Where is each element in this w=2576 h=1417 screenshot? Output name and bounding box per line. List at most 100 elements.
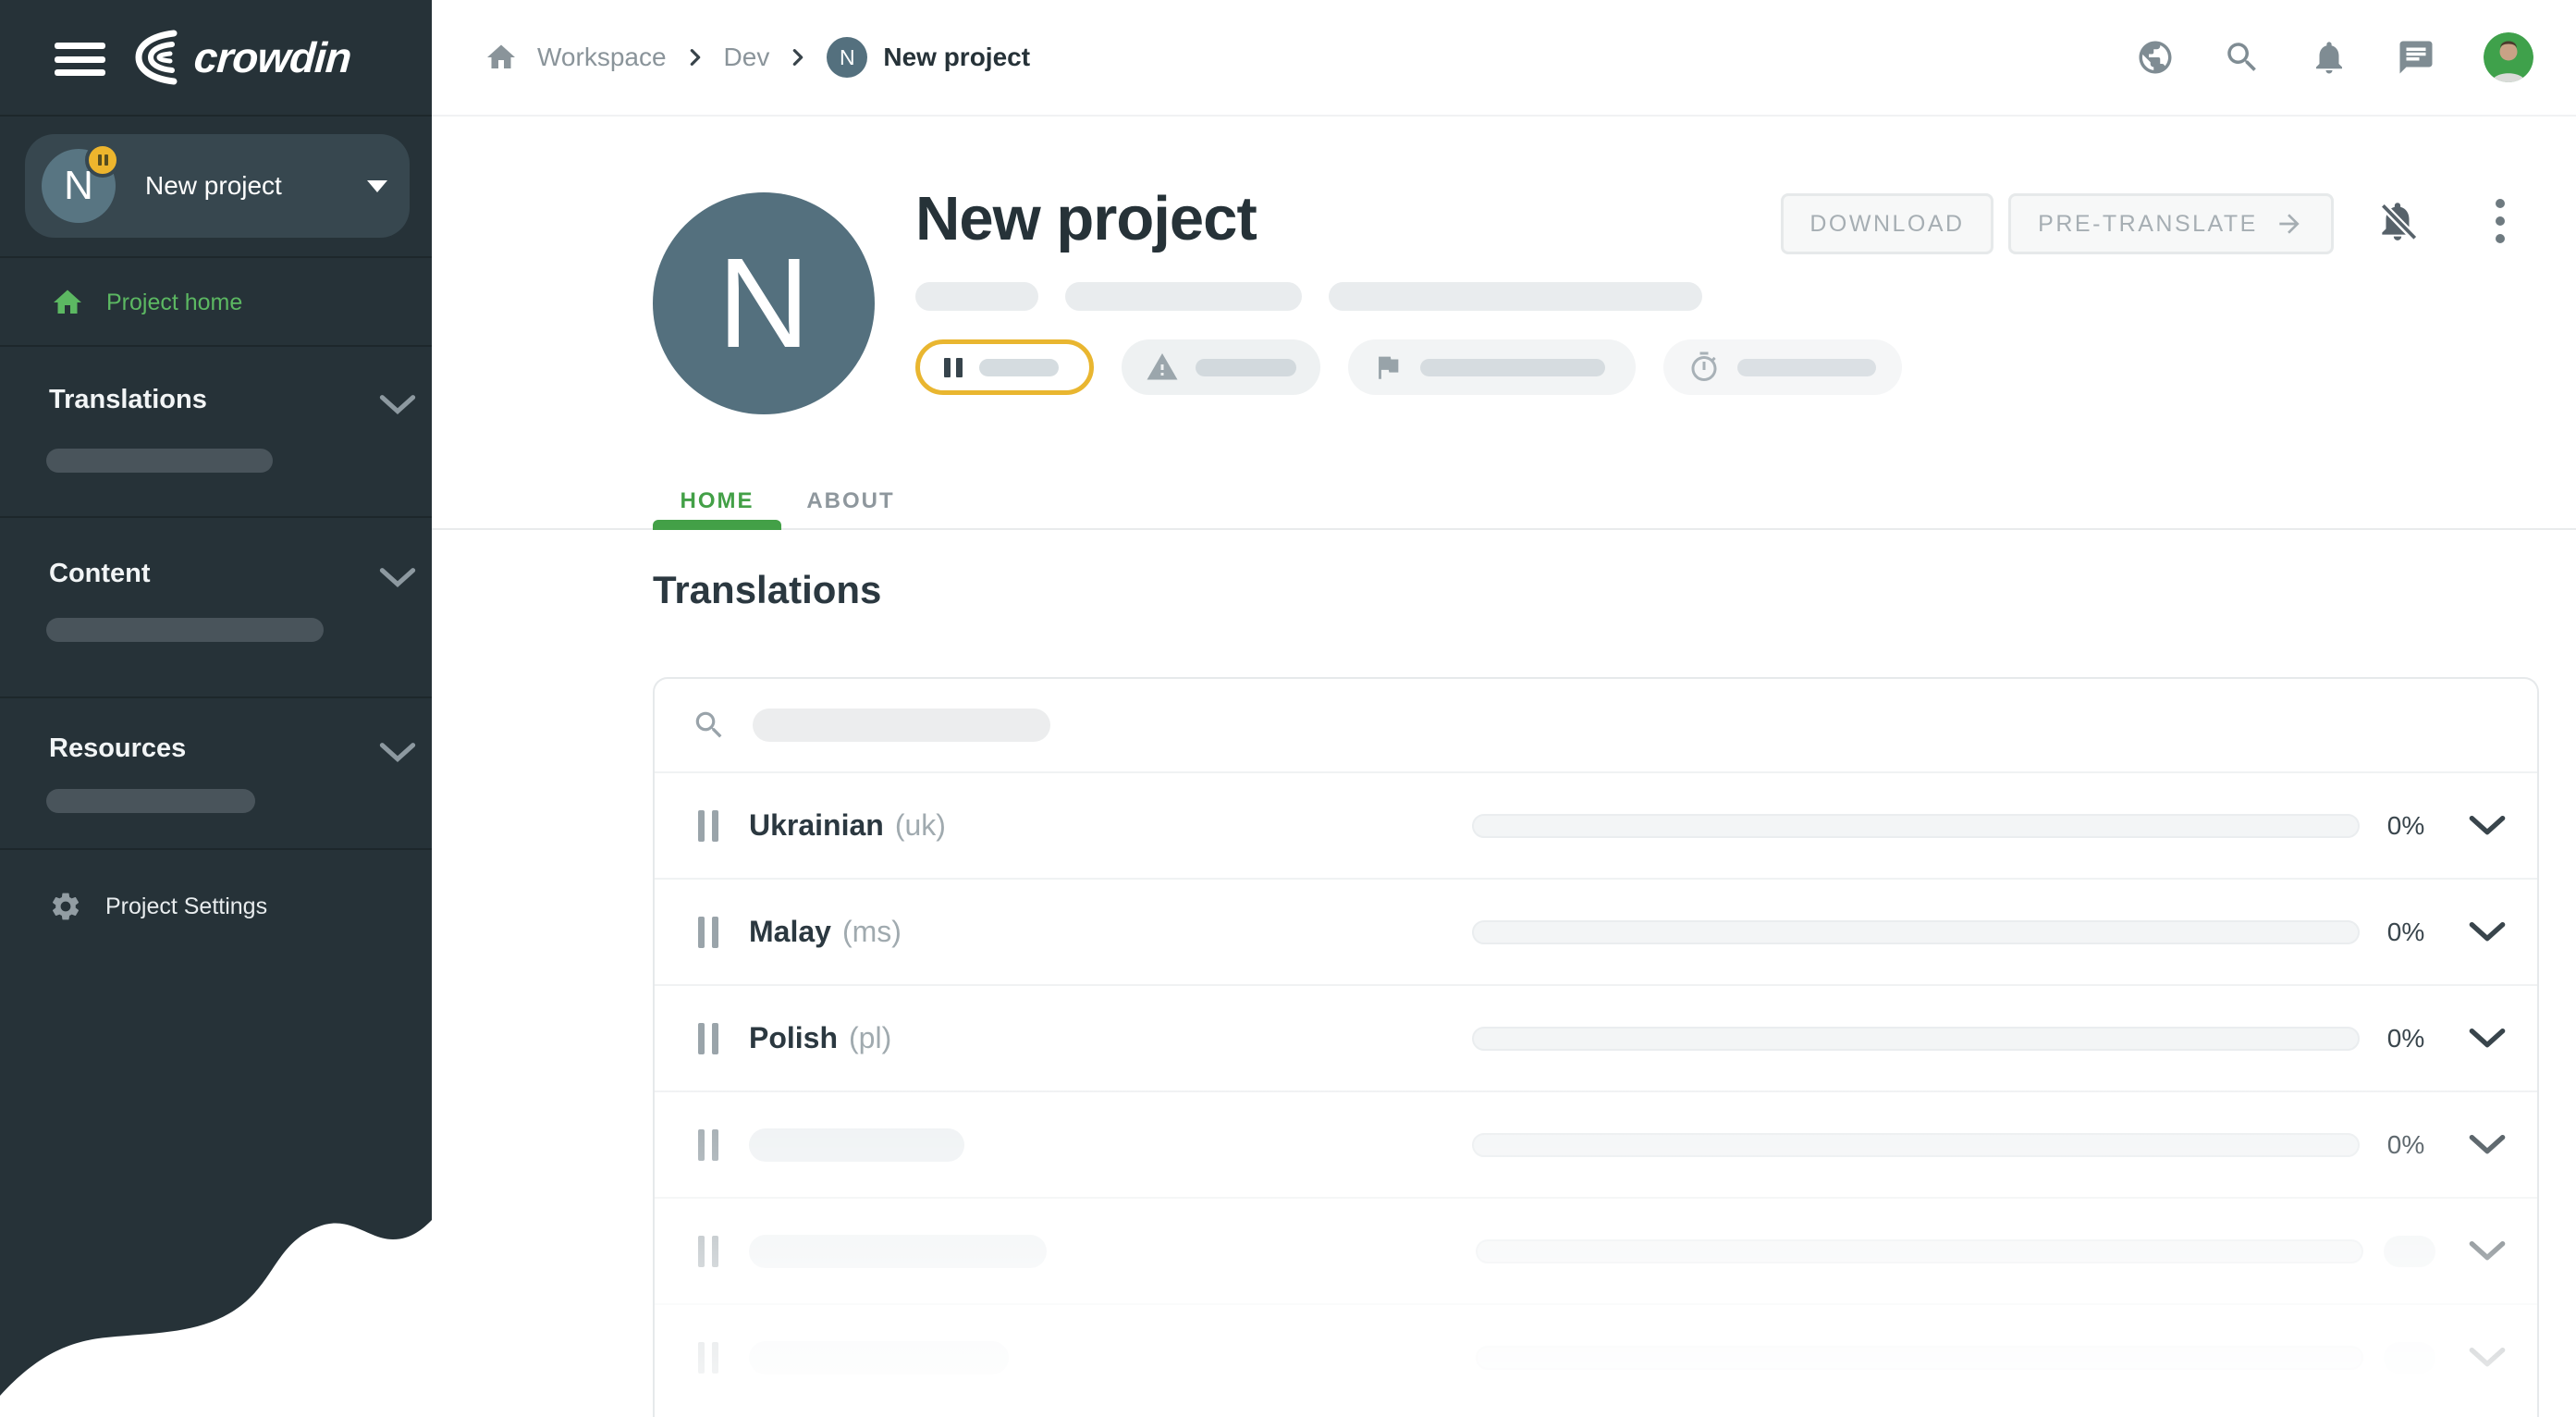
skeleton-placeholder: [46, 618, 324, 642]
language-list: Ukrainian (uk) 0% Malay (ms) 0% Polish (…: [655, 771, 2537, 1410]
active-tab-indicator: [653, 520, 781, 530]
breadcrumb-workspace[interactable]: Workspace: [537, 43, 667, 72]
drag-handle-icon[interactable]: [692, 1236, 725, 1267]
language-row[interactable]: [655, 1197, 2537, 1303]
drag-handle-icon[interactable]: [692, 810, 725, 842]
language-row[interactable]: [655, 1303, 2537, 1410]
user-avatar[interactable]: [2484, 32, 2533, 82]
skeleton-placeholder: [1420, 359, 1605, 376]
language-name: Malay: [749, 915, 831, 949]
translations-card: Ukrainian (uk) 0% Malay (ms) 0% Polish (…: [653, 677, 2539, 1417]
crowdin-logo-text: crowdin: [192, 32, 352, 82]
drag-handle-icon[interactable]: [692, 917, 725, 948]
divider: [0, 696, 432, 698]
drag-handle-icon[interactable]: [692, 1342, 725, 1374]
chevron-down-icon[interactable]: [2469, 1027, 2506, 1051]
search-icon[interactable]: [2223, 38, 2262, 77]
more-options-icon[interactable]: [2491, 198, 2509, 244]
sidebar: crowdin N New project Project home Trans…: [0, 0, 432, 1417]
paused-status-badge: [85, 142, 120, 178]
crowdin-project-page: crowdin N New project Project home Trans…: [0, 0, 2576, 1417]
status-chip-flag[interactable]: [1348, 339, 1636, 395]
skeleton-placeholder: [979, 359, 1059, 376]
language-row[interactable]: Malay (ms) 0%: [655, 878, 2537, 984]
tab-home[interactable]: HOME: [653, 483, 781, 520]
chevron-down-icon[interactable]: [2469, 814, 2506, 838]
language-code: (ms): [842, 915, 902, 949]
skeleton-placeholder: [46, 449, 273, 473]
chevron-down-icon[interactable]: [379, 742, 416, 764]
language-name-skeleton: [749, 1341, 1009, 1374]
breadcrumb: Workspace Dev N New project: [485, 0, 1030, 115]
language-name-skeleton: [749, 1128, 964, 1162]
sidebar-item-project-settings[interactable]: Project Settings: [0, 869, 432, 943]
chevron-down-icon[interactable]: [2469, 920, 2506, 944]
warning-icon: [1146, 351, 1179, 384]
chevron-right-icon: [788, 47, 808, 68]
arrow-right-icon: [2275, 209, 2304, 239]
project-avatar: N: [42, 149, 116, 223]
progress-percent: 0%: [2376, 1024, 2435, 1054]
section-title: Translations: [653, 568, 881, 612]
drag-handle-icon[interactable]: [692, 1023, 725, 1054]
status-chip-paused[interactable]: [915, 339, 1094, 395]
notifications-muted-icon[interactable]: [2374, 198, 2421, 244]
skeleton-placeholder: [46, 789, 255, 813]
chevron-down-icon[interactable]: [379, 394, 416, 416]
pre-translate-button[interactable]: PRE-TRANSLATE: [2008, 193, 2334, 254]
globe-icon[interactable]: [2136, 38, 2175, 77]
status-chip-warning[interactable]: [1122, 339, 1320, 395]
sidebar-section-content[interactable]: Content: [49, 559, 151, 589]
status-chip-timer[interactable]: [1663, 339, 1902, 395]
status-chips: [915, 339, 1902, 395]
crowdin-logo[interactable]: crowdin: [129, 28, 350, 87]
project-meta-skeleton: [915, 282, 1702, 311]
chevron-right-icon: [685, 47, 705, 68]
messages-icon[interactable]: [2397, 38, 2435, 77]
language-row[interactable]: 0%: [655, 1090, 2537, 1197]
language-row[interactable]: Ukrainian (uk) 0%: [655, 771, 2537, 878]
language-code: (pl): [849, 1021, 891, 1055]
timer-icon: [1687, 351, 1721, 384]
topbar-actions: [2136, 0, 2533, 115]
language-name-skeleton: [749, 1235, 1047, 1268]
menu-icon[interactable]: [55, 43, 105, 76]
workspace-home-icon[interactable]: [485, 41, 518, 74]
drag-handle-icon[interactable]: [692, 1129, 725, 1161]
sidebar-section-translations[interactable]: Translations: [49, 385, 207, 415]
caret-down-icon: [367, 180, 387, 192]
chevron-down-icon[interactable]: [2469, 1346, 2506, 1370]
translation-progress-bar: [1472, 1133, 2360, 1157]
percent-skeleton: [2384, 1342, 2435, 1374]
sidebar-wave-decoration: [0, 1195, 432, 1417]
chevron-down-icon[interactable]: [2469, 1239, 2506, 1263]
divider: [0, 115, 432, 117]
tab-about[interactable]: ABOUT: [781, 483, 920, 520]
progress-percent: 0%: [2376, 811, 2435, 841]
translation-progress-bar: [1472, 814, 2360, 838]
crowdin-logo-icon: [129, 28, 187, 87]
chevron-down-icon[interactable]: [379, 567, 416, 589]
sidebar-item-project-home[interactable]: Project home: [0, 258, 432, 347]
percent-skeleton: [2384, 1236, 2435, 1267]
translation-progress-bar: [1472, 1027, 2360, 1051]
sidebar-section-resources[interactable]: Resources: [49, 733, 186, 764]
translation-progress-bar: [1472, 920, 2360, 944]
notifications-icon[interactable]: [2310, 38, 2349, 77]
language-name: Ukrainian: [749, 808, 884, 843]
project-avatar-large: N: [653, 192, 875, 414]
translation-progress-bar: [1476, 1346, 2363, 1370]
language-row[interactable]: Polish (pl) 0%: [655, 984, 2537, 1090]
skeleton-placeholder: [1737, 359, 1876, 376]
chevron-down-icon[interactable]: [2469, 1133, 2506, 1157]
breadcrumb-dev[interactable]: Dev: [724, 43, 770, 72]
skeleton-placeholder: [1196, 359, 1296, 376]
project-switcher[interactable]: N New project: [25, 134, 410, 238]
breadcrumb-current: New project: [883, 43, 1030, 72]
sidebar-item-label: Project Settings: [105, 893, 267, 920]
progress-percent: 0%: [2376, 1130, 2435, 1160]
header-buttons: DOWNLOAD PRE-TRANSLATE: [1781, 193, 2334, 254]
flag-icon: [1372, 351, 1404, 383]
download-button[interactable]: DOWNLOAD: [1781, 193, 1993, 254]
language-search[interactable]: [655, 679, 2537, 771]
